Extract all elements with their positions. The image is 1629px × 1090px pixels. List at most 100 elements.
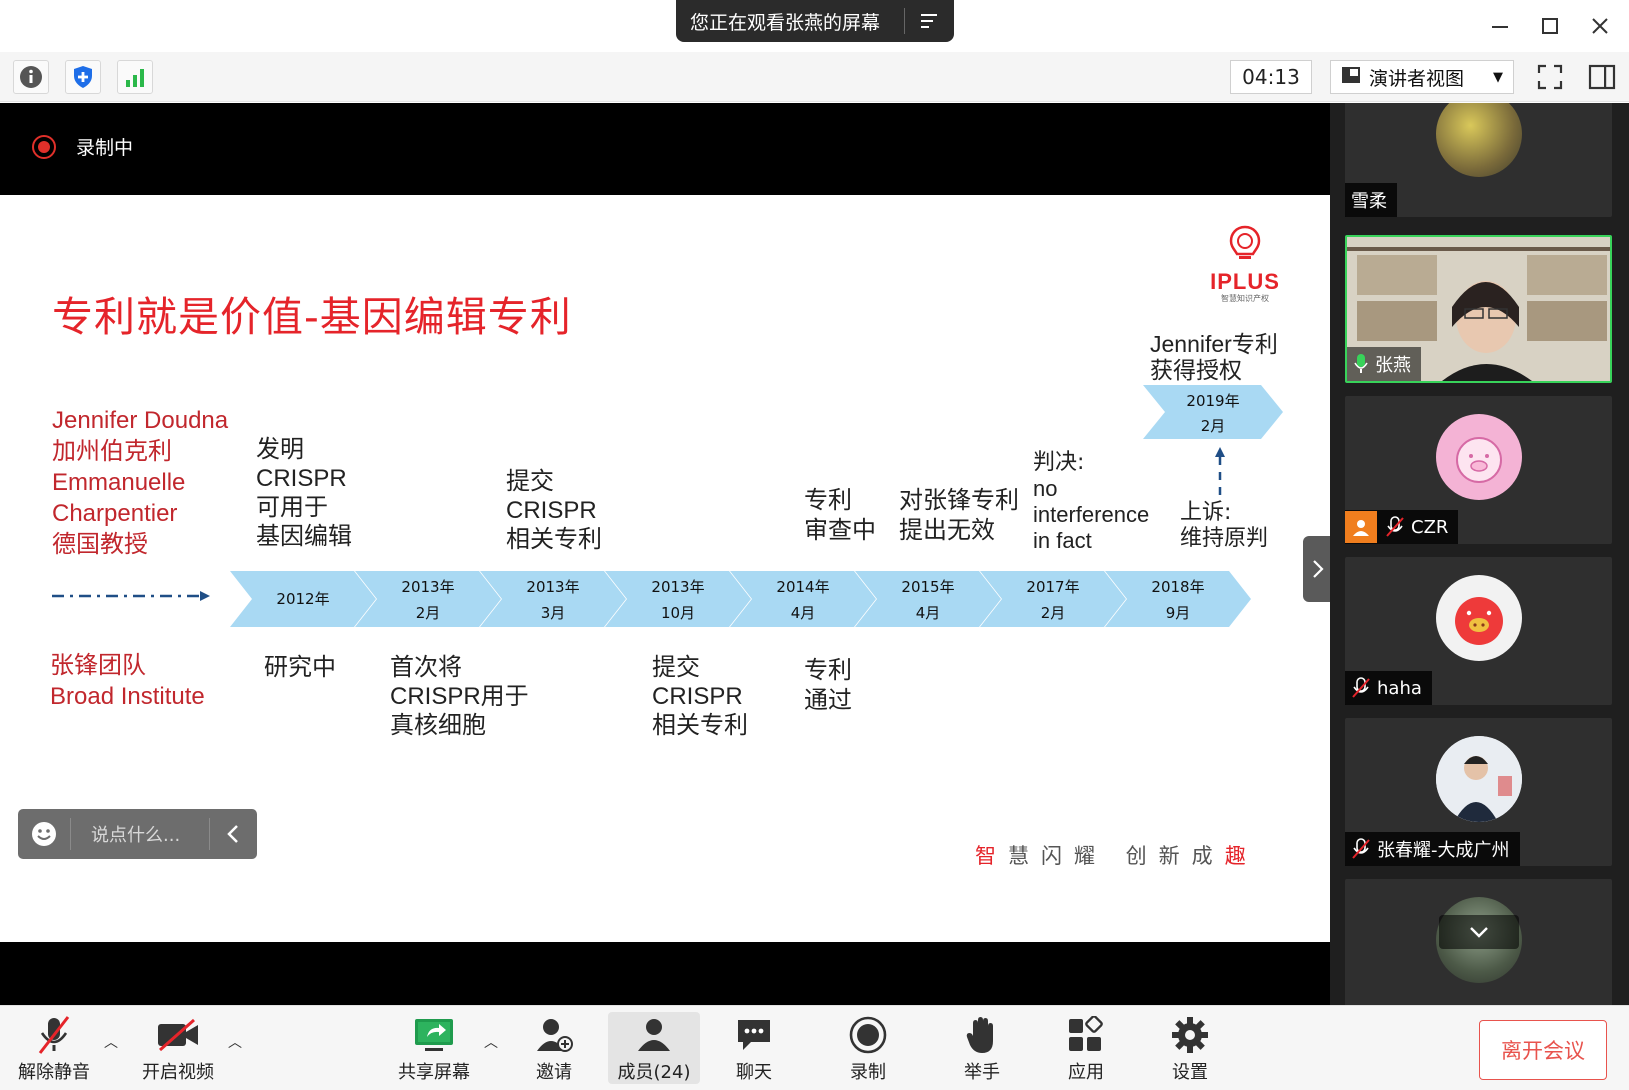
control-label: 解除静音 bbox=[18, 1062, 90, 1083]
party-line: Broad Institute bbox=[50, 683, 205, 710]
caption-line: 获得授权 bbox=[1150, 358, 1242, 384]
view-mode-dropdown[interactable]: 演讲者视图 ▼ bbox=[1330, 60, 1514, 94]
members-button[interactable]: 成员(24) bbox=[608, 1012, 700, 1084]
fullscreen-icon[interactable] bbox=[1532, 60, 1568, 94]
participant-name-tag: haha bbox=[1345, 671, 1432, 705]
event-line: CRISPR bbox=[652, 683, 743, 710]
raise-hand-button[interactable]: 举手 bbox=[944, 1012, 1020, 1084]
users-icon bbox=[634, 1012, 674, 1058]
slide-title: 专利就是价值-基因编辑专利 bbox=[52, 293, 572, 341]
control-label: 录制 bbox=[850, 1062, 886, 1083]
final-event-caption: Jennifer专利 获得授权 bbox=[1150, 331, 1278, 385]
party-line: 加州伯克利 bbox=[52, 437, 172, 465]
avatar bbox=[1436, 103, 1522, 177]
timeline-month: 2月 bbox=[1200, 417, 1226, 435]
info-icon[interactable] bbox=[13, 60, 49, 94]
timeline-month: 9月 bbox=[1165, 604, 1191, 622]
chevron-up-icon[interactable]: ︿ bbox=[228, 1032, 242, 1052]
event-label-2013-10-below: 提交 CRISPR 相关专利 bbox=[652, 653, 748, 740]
chat-input[interactable]: 说点什么... bbox=[71, 821, 209, 847]
chat-button[interactable]: 聊天 bbox=[716, 1012, 792, 1084]
slogan-part: 慧闪耀 创新成 bbox=[1008, 844, 1225, 868]
party-line: Jennifer Doudna bbox=[52, 407, 229, 434]
leave-meeting-button[interactable]: 离开会议 bbox=[1479, 1020, 1607, 1080]
recording-label: 录制中 bbox=[76, 137, 134, 159]
presentation-slide: 专利就是价值-基因编辑专利 IPLUS 智慧知识产权 Jennifer专利 获得… bbox=[0, 195, 1330, 942]
chevron-left-icon[interactable] bbox=[210, 824, 256, 844]
event-line: 提交 bbox=[506, 467, 554, 495]
meeting-toolbar: 04:13 演讲者视图 ▼ bbox=[0, 52, 1629, 102]
start-video-button[interactable]: 开启视频 bbox=[136, 1012, 220, 1084]
control-label: 设置 bbox=[1172, 1062, 1208, 1083]
signal-strength-icon[interactable] bbox=[117, 60, 153, 94]
avatar bbox=[1436, 736, 1522, 822]
timeline-year: 2018年 bbox=[1151, 578, 1205, 596]
menu-icon[interactable] bbox=[905, 12, 953, 30]
speaker-view-icon bbox=[1341, 65, 1361, 90]
event-line: 相关专利 bbox=[506, 525, 602, 553]
control-label: 举手 bbox=[964, 1062, 1000, 1083]
share-banner[interactable]: 您正在观看张燕的屏幕 bbox=[676, 0, 954, 42]
event-label-2018-above: 上诉: 维持原判 bbox=[1180, 500, 1268, 552]
participant-tile[interactable]: haha bbox=[1345, 557, 1612, 705]
event-line: 专利 bbox=[804, 656, 852, 684]
participant-tile[interactable]: CZR bbox=[1345, 396, 1612, 544]
participant-tile[interactable] bbox=[1345, 879, 1612, 1005]
share-banner-text: 您正在观看张燕的屏幕 bbox=[690, 11, 881, 34]
event-line: 维持原判 bbox=[1180, 526, 1269, 551]
video-off-icon bbox=[156, 1012, 200, 1058]
apps-button[interactable]: 应用 bbox=[1048, 1012, 1124, 1084]
meeting-timer: 04:13 bbox=[1230, 60, 1312, 94]
view-mode-label: 演讲者视图 bbox=[1369, 67, 1465, 90]
control-label: 聊天 bbox=[736, 1062, 772, 1083]
event-line: 基因编辑 bbox=[256, 522, 352, 550]
participant-tile[interactable]: 张春耀-大成广州 bbox=[1345, 718, 1612, 866]
mic-muted-icon bbox=[1351, 677, 1371, 699]
event-line: 对张锋专利 bbox=[899, 486, 1019, 514]
event-label-2012-below: 研究中 bbox=[264, 653, 336, 682]
security-shield-icon[interactable] bbox=[65, 60, 101, 94]
scroll-down-button[interactable] bbox=[1439, 915, 1519, 949]
invite-button[interactable]: 邀请 bbox=[516, 1012, 592, 1084]
timeline-node: 2018年 9月 bbox=[1105, 571, 1251, 627]
chevron-up-icon[interactable]: ︿ bbox=[104, 1032, 118, 1052]
event-line: 审查中 bbox=[804, 516, 876, 544]
event-line: 真核细胞 bbox=[390, 711, 486, 739]
party-broad-label: 张锋团队 Broad Institute bbox=[50, 650, 205, 712]
event-line: 通过 bbox=[804, 686, 852, 714]
maximize-icon[interactable] bbox=[1530, 8, 1570, 44]
participant-name-tag: 雪柔 bbox=[1345, 183, 1397, 217]
slogan-part: 趣 bbox=[1224, 844, 1258, 868]
mic-muted-icon bbox=[1351, 838, 1371, 860]
event-line: 可用于 bbox=[256, 493, 328, 521]
emoji-icon[interactable] bbox=[18, 820, 70, 848]
party-line: Emmanuelle bbox=[52, 469, 186, 496]
event-line: CRISPR用于 bbox=[390, 683, 529, 710]
shared-screen: 录制中 专利就是价值-基因编辑专利 IPLUS 智慧知识产权 Jennifer专… bbox=[0, 103, 1330, 1005]
mic-muted-icon bbox=[1385, 516, 1405, 538]
close-icon[interactable] bbox=[1580, 8, 1620, 44]
iplus-logo: IPLUS 智慧知识产权 bbox=[1200, 223, 1290, 303]
caption-line: Jennifer专利 bbox=[1150, 331, 1278, 357]
event-line: 首次将 bbox=[390, 653, 462, 681]
event-line: no bbox=[1033, 476, 1058, 501]
side-panel-toggle-icon[interactable] bbox=[1584, 60, 1620, 94]
participant-tile-active[interactable]: 张燕 bbox=[1345, 235, 1612, 383]
participant-name: 张春耀-大成广州 bbox=[1377, 840, 1510, 861]
collapse-panel-button[interactable] bbox=[1303, 536, 1333, 602]
participant-name-tag: 张春耀-大成广州 bbox=[1345, 832, 1520, 866]
chat-input-bar[interactable]: 说点什么... bbox=[18, 809, 257, 859]
settings-button[interactable]: 设置 bbox=[1152, 1012, 1228, 1084]
unmute-button[interactable]: 解除静音 bbox=[12, 1012, 96, 1084]
control-label: 邀请 bbox=[536, 1062, 572, 1083]
share-screen-button[interactable]: 共享屏幕 bbox=[392, 1012, 476, 1084]
event-label-2014-below: 专利 通过 bbox=[804, 655, 852, 715]
participant-tile[interactable]: 雪柔 bbox=[1345, 103, 1612, 217]
minimize-icon[interactable] bbox=[1480, 8, 1520, 44]
record-icon bbox=[848, 1012, 888, 1058]
event-line: CRISPR bbox=[256, 465, 347, 492]
chevron-up-icon[interactable]: ︿ bbox=[484, 1032, 498, 1052]
timeline-year: 2019年 bbox=[1186, 392, 1240, 410]
record-button[interactable]: 录制 bbox=[830, 1012, 906, 1084]
gear-icon bbox=[1170, 1012, 1210, 1058]
